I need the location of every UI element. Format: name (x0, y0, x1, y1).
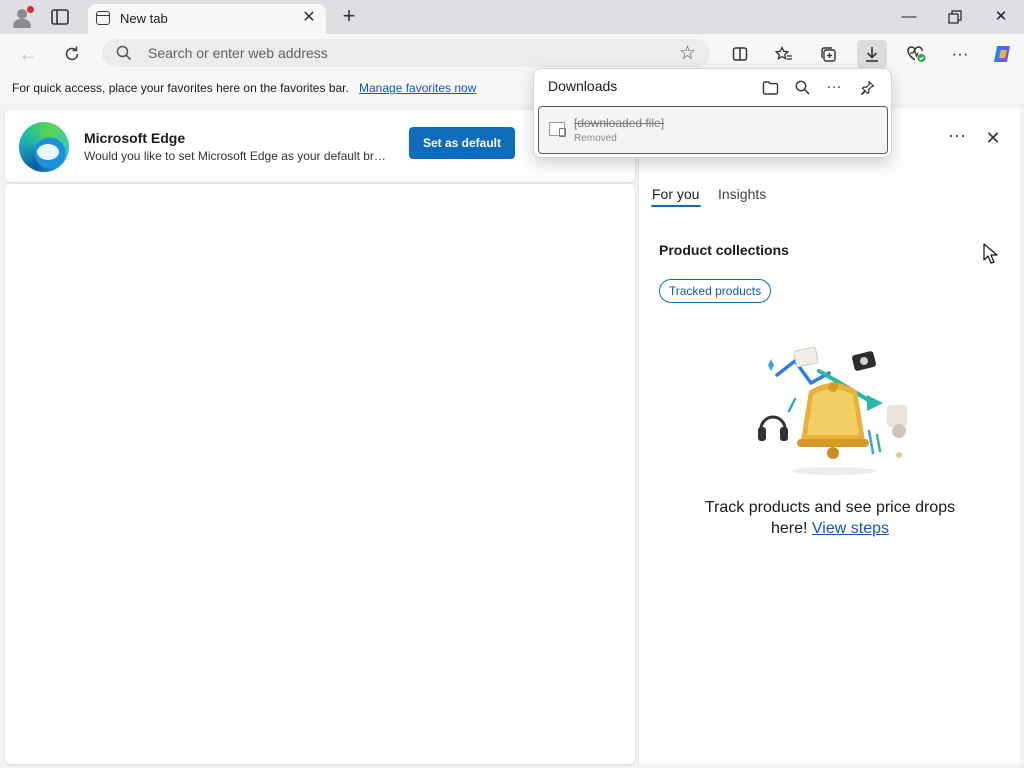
toolbar: ← ☆ ··· (0, 34, 1024, 72)
collections-icon[interactable] (813, 40, 843, 68)
tracked-products-chip[interactable]: Tracked products (659, 279, 771, 303)
restore-button[interactable] (943, 5, 967, 29)
search-icon (116, 45, 132, 61)
tab-selected-indicator (651, 205, 701, 207)
settings-more-icon[interactable]: ··· (945, 40, 975, 68)
split-screen-icon[interactable] (725, 40, 755, 68)
side-panel-close-icon[interactable]: ✕ (981, 126, 1005, 150)
tab-for-you[interactable]: For you (652, 186, 699, 202)
price-alert-bell-illustration (758, 346, 907, 475)
track-products-message: Track products and see price drops here!… (689, 497, 971, 539)
mouse-cursor-icon (983, 243, 998, 264)
refresh-button[interactable] (58, 40, 86, 68)
copilot-icon[interactable] (987, 40, 1017, 68)
banner-description: Would you like to set Microsoft Edge as … (84, 149, 389, 163)
tab-actions-icon[interactable] (50, 8, 70, 26)
close-tab-icon[interactable]: ✕ (300, 9, 318, 27)
tab-new-tab[interactable]: New tab ✕ (88, 4, 326, 34)
manage-favorites-link[interactable]: Manage favorites now (359, 81, 476, 95)
view-steps-link[interactable]: View steps (812, 520, 889, 537)
profile-icon[interactable] (12, 6, 34, 28)
download-file-name[interactable]: [downloaded file] (574, 116, 664, 130)
new-tab-button[interactable]: + (338, 5, 360, 27)
browser-essentials-icon[interactable] (901, 40, 931, 68)
favorite-star-icon[interactable]: ☆ (679, 42, 696, 65)
tab-insights[interactable]: Insights (718, 186, 766, 202)
minimize-button[interactable]: — (897, 5, 921, 29)
favorites-icon[interactable] (769, 40, 799, 68)
new-tab-page-panel (5, 184, 635, 764)
downloads-icon[interactable] (857, 40, 887, 68)
favorites-bar-message: For quick access, place your favorites h… (12, 81, 349, 95)
content-area: Microsoft Edge Would you like to set Mic… (0, 104, 1024, 768)
shopping-side-panel: ··· ✕ For you Insights Product collectio… (638, 108, 1020, 764)
downloads-flyout: Downloads ··· [downloaded file] Removed (533, 68, 892, 158)
download-status: Removed (574, 133, 617, 144)
new-tab-favicon-icon (96, 11, 110, 25)
address-bar[interactable]: ☆ (102, 39, 710, 67)
certificate-file-icon (549, 122, 566, 137)
tab-title: New tab (120, 11, 168, 26)
download-item[interactable]: [downloaded file] Removed (538, 106, 888, 154)
product-collections-title: Product collections (659, 242, 789, 258)
title-bar: New tab ✕ + — ✕ (0, 0, 1024, 34)
close-window-button[interactable]: ✕ (989, 5, 1013, 29)
downloads-title: Downloads (548, 78, 618, 94)
edge-logo-icon (19, 122, 69, 172)
address-input[interactable] (148, 43, 648, 63)
downloads-more-icon[interactable]: ··· (823, 76, 845, 98)
side-panel-more-icon[interactable]: ··· (945, 126, 969, 150)
banner-title: Microsoft Edge (84, 130, 186, 146)
notification-dot (27, 6, 34, 13)
set-as-default-button[interactable]: Set as default (409, 127, 515, 159)
search-downloads-icon[interactable] (791, 76, 813, 98)
pin-icon[interactable] (856, 76, 878, 98)
open-folder-icon[interactable] (759, 76, 781, 98)
back-button[interactable]: ← (14, 40, 42, 68)
